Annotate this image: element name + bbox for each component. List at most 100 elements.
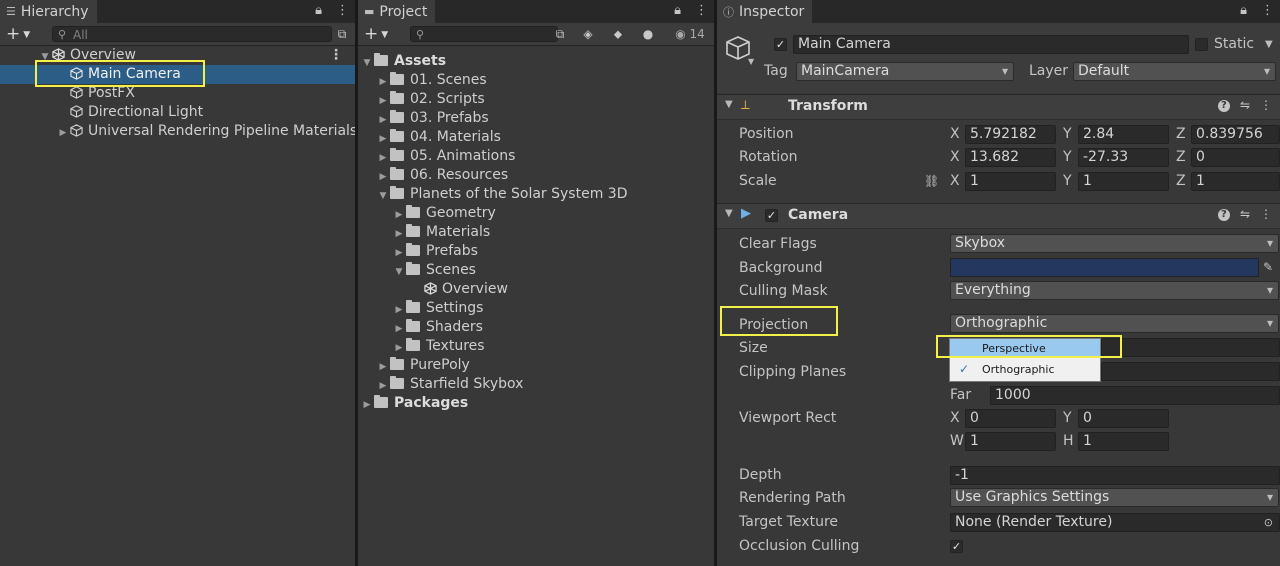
search-icon: ⚲ — [58, 28, 67, 41]
far-clip-field[interactable]: 1000 — [990, 386, 1280, 405]
rotation-z-field[interactable]: 0 — [1191, 148, 1280, 167]
search-mode-icon[interactable]: ⧉ — [334, 26, 350, 42]
project-folder-planets[interactable]: ▼ Planets of the Solar System 3D — [358, 185, 714, 204]
active-checkbox[interactable]: ✓ — [774, 38, 787, 51]
more-options-icon[interactable]: ⋮ — [695, 3, 708, 18]
inspector-tab[interactable]: ⓘ Inspector — [717, 0, 813, 23]
viewport-y-field[interactable]: 0 — [1078, 409, 1169, 428]
project-folder-planet-scenes[interactable]: ▼ Scenes — [358, 261, 714, 280]
create-button[interactable]: + ▼ — [6, 24, 30, 45]
hierarchy-tab[interactable]: ☰ Hierarchy — [0, 0, 97, 23]
project-folder-resources[interactable]: ▶ 06. Resources — [358, 166, 714, 185]
more-options-icon[interactable]: ⋮ — [1261, 3, 1274, 18]
filter-by-label-icon[interactable]: ⬥ — [610, 26, 626, 42]
project-folder-geometry[interactable]: ▶ Geometry — [358, 204, 714, 223]
occlusion-culling-checkbox[interactable]: ✓ — [950, 540, 963, 553]
transform-header[interactable]: ▼ ⟂ Transform ? ⇋ ⋮ — [717, 94, 1280, 120]
project-folder-animations[interactable]: ▶ 05. Animations — [358, 147, 714, 166]
constrain-proportions-icon[interactable]: ⛓ — [924, 172, 939, 191]
scale-z-field[interactable]: 1 — [1191, 172, 1280, 191]
object-name-field[interactable]: Main Camera — [793, 35, 1189, 54]
fold-arrow-icon[interactable]: ▼ — [725, 99, 733, 110]
collapsed-arrow-icon[interactable]: ▶ — [56, 124, 70, 143]
console-warning-icon[interactable]: ● — [640, 26, 656, 42]
project-folder-planet-materials[interactable]: ▶ Materials — [358, 223, 714, 242]
project-scene-overview[interactable]: Overview — [358, 280, 714, 299]
hierarchy-item-urp-materials[interactable]: ▶ Universal Rendering Pipeline Materials — [0, 122, 355, 141]
scene-options-icon[interactable]: ⋮ — [329, 46, 343, 65]
target-texture-field[interactable]: None (Render Texture) ⊙ — [950, 513, 1280, 532]
viewport-x-field[interactable]: 0 — [965, 409, 1056, 428]
position-x-field[interactable]: 5.792182 — [965, 125, 1056, 144]
clear-flags-dropdown[interactable]: Skybox — [950, 234, 1279, 253]
size-field[interactable] — [1101, 338, 1280, 357]
preset-icon[interactable]: ⇋ — [1240, 207, 1250, 221]
hierarchy-item-label: Main Camera — [88, 66, 181, 82]
project-folder-label: Starfield Skybox — [410, 376, 524, 392]
more-options-icon[interactable]: ⋮ — [336, 3, 349, 18]
hierarchy-tree: ▼ Overview ⋮ Main Camera PostFX Direction… — [0, 46, 355, 141]
project-tab[interactable]: ▬ Project — [358, 0, 436, 23]
lock-icon[interactable]: 🔒︎ — [315, 3, 322, 18]
filter-by-type-icon[interactable]: ◈ — [580, 26, 596, 42]
rotation-y-field[interactable]: -27.33 — [1078, 148, 1169, 167]
fold-arrow-icon[interactable]: ▼ — [725, 208, 733, 219]
create-asset-button[interactable]: + ▼ — [364, 24, 388, 45]
position-y-field[interactable]: 2.84 — [1078, 125, 1169, 144]
depth-field[interactable]: -1 — [950, 466, 1280, 485]
camera-enabled-checkbox[interactable]: ✓ — [765, 209, 778, 222]
project-folder-settings[interactable]: ▶ Settings — [358, 299, 714, 318]
projection-dropdown[interactable]: Orthographic — [950, 314, 1279, 333]
project-folder-planet-prefabs[interactable]: ▶ Prefabs — [358, 242, 714, 261]
eyedropper-icon[interactable]: ✎ — [1263, 258, 1273, 277]
search-scope-icon[interactable]: ⧉ — [552, 26, 568, 42]
component-menu-icon[interactable]: ⋮ — [1260, 98, 1272, 112]
viewport-h-field[interactable]: 1 — [1078, 432, 1169, 451]
lock-icon[interactable]: 🔒︎ — [674, 3, 681, 18]
projection-option-orthographic[interactable]: ✓ Orthographic — [950, 360, 1100, 379]
project-folder-shaders[interactable]: ▶ Shaders — [358, 318, 714, 337]
lock-icon[interactable]: 🔒︎ — [1240, 3, 1247, 18]
culling-mask-dropdown[interactable]: Everything — [950, 281, 1279, 300]
layer-dropdown[interactable]: Default — [1073, 62, 1276, 81]
project-folder-purepoly[interactable]: ▶ PurePoly — [358, 356, 714, 375]
project-folder-scenes[interactable]: ▶ 01. Scenes — [358, 71, 714, 90]
viewport-w-field[interactable]: 1 — [965, 432, 1056, 451]
project-folder-assets[interactable]: ▼ Assets — [358, 52, 714, 71]
position-z-field[interactable]: 0.839756 — [1191, 125, 1280, 144]
background-color-swatch[interactable] — [950, 258, 1259, 277]
static-label: Static — [1214, 36, 1255, 52]
projection-option-perspective[interactable]: Perspective — [950, 339, 1100, 358]
icon-dropdown-icon[interactable]: ▼ — [748, 57, 754, 66]
project-folder-label: 01. Scenes — [410, 72, 487, 88]
help-icon[interactable]: ? — [1217, 100, 1230, 112]
scale-x-field[interactable]: 1 — [965, 172, 1056, 191]
project-folder-materials[interactable]: ▶ 04. Materials — [358, 128, 714, 147]
component-menu-icon[interactable]: ⋮ — [1260, 207, 1272, 221]
project-folder-packages[interactable]: ▶ Packages — [358, 394, 714, 413]
project-folder-textures[interactable]: ▶ Textures — [358, 337, 714, 356]
hierarchy-item-main-camera[interactable]: Main Camera — [0, 65, 355, 84]
tag-dropdown[interactable]: MainCamera — [796, 62, 1014, 81]
object-picker-icon[interactable]: ⊙ — [1264, 514, 1273, 531]
project-search-input[interactable]: ⚲ — [410, 26, 558, 42]
help-icon[interactable]: ? — [1217, 209, 1230, 221]
hidden-packages-toggle[interactable]: ◉ 14 — [670, 26, 710, 42]
near-clip-field[interactable] — [1101, 362, 1280, 381]
scale-y-field[interactable]: 1 — [1078, 172, 1169, 191]
project-folder-prefabs[interactable]: ▶ 03. Prefabs — [358, 109, 714, 128]
preset-icon[interactable]: ⇋ — [1240, 98, 1250, 112]
hierarchy-scene-row[interactable]: ▼ Overview ⋮ — [0, 46, 355, 65]
rotation-x-field[interactable]: 13.682 — [965, 148, 1056, 167]
static-checkbox[interactable] — [1195, 38, 1208, 51]
hierarchy-item-postfx[interactable]: PostFX — [0, 84, 355, 103]
collapsed-arrow-icon[interactable]: ▶ — [360, 396, 374, 415]
tag-label: Tag — [764, 63, 788, 79]
project-folder-starfield[interactable]: ▶ Starfield Skybox — [358, 375, 714, 394]
hierarchy-search-input[interactable]: ⚲ All — [52, 26, 332, 42]
camera-header[interactable]: ▼ ▶ ✓ Camera ? ⇋ ⋮ — [717, 203, 1280, 229]
project-folder-scripts[interactable]: ▶ 02. Scripts — [358, 90, 714, 109]
static-dropdown-icon[interactable]: ▼ — [1265, 35, 1273, 54]
rendering-path-dropdown[interactable]: Use Graphics Settings — [950, 488, 1279, 507]
hierarchy-item-directional-light[interactable]: Directional Light — [0, 103, 355, 122]
